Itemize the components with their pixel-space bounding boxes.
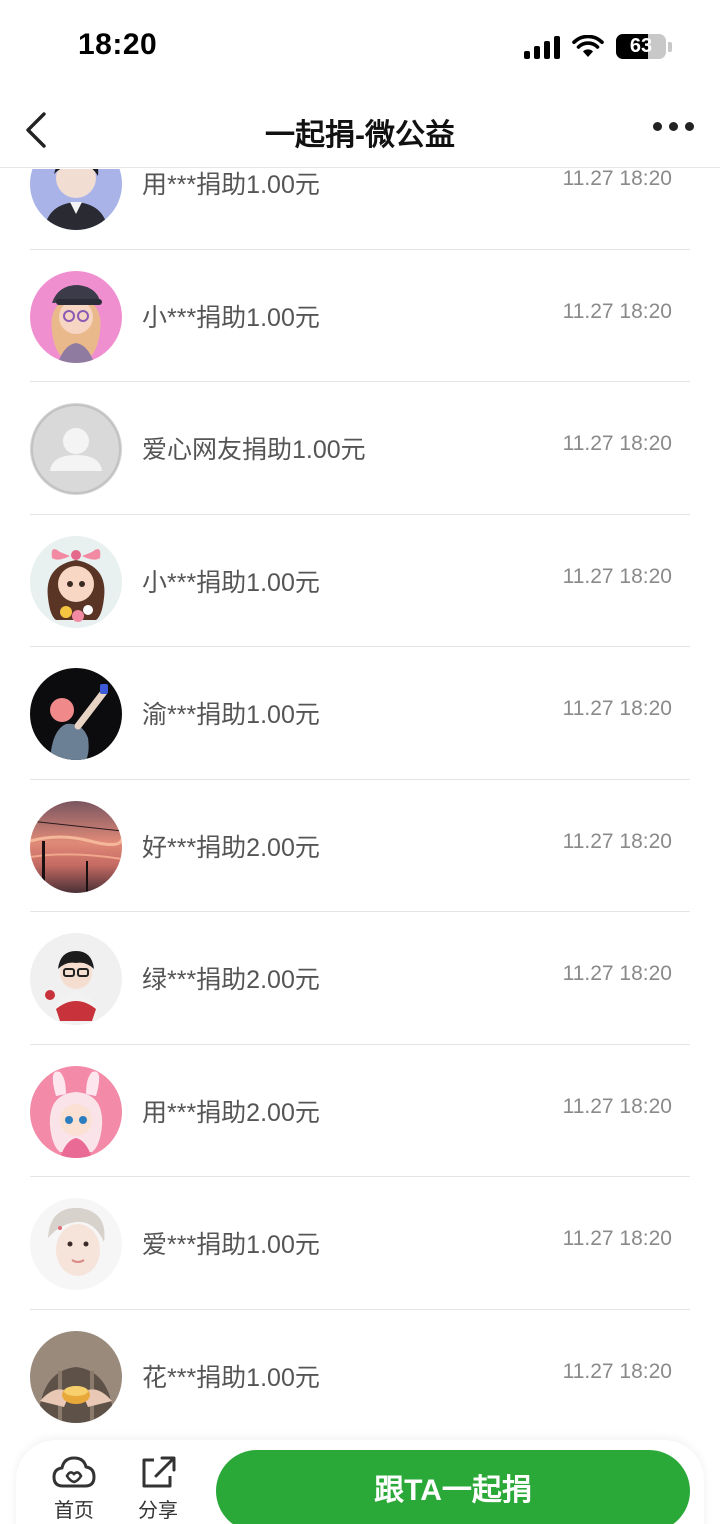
- avatar: [30, 933, 122, 1025]
- status-time: 18:20: [78, 28, 158, 61]
- list-item[interactable]: 爱心网友捐助1.00元 11.27 18:20: [30, 382, 690, 515]
- list-item[interactable]: 用***捐助2.00元 11.27 18:20: [30, 1045, 690, 1177]
- donor-time: 11.27 18:20: [562, 1094, 672, 1118]
- list-item[interactable]: 绿***捐助2.00元 11.27 18:20: [30, 912, 690, 1045]
- donor-time: 11.27 18:20: [562, 1227, 672, 1250]
- donor-text: 好***捐助2.00元: [142, 833, 320, 862]
- avatar: [30, 668, 122, 760]
- donor-time: 11.27 18:20: [562, 169, 672, 190]
- avatar: [30, 1330, 122, 1423]
- donor-time: 11.27 18:20: [562, 697, 672, 720]
- list-item[interactable]: 爱***捐助1.00元 11.27 18:20: [30, 1177, 690, 1310]
- list-item[interactable]: 小***捐助1.00元 11.27 18:20: [30, 515, 690, 647]
- donor-text: 小***捐助1.00元: [142, 568, 320, 597]
- donor-time: 11.27 18:20: [562, 299, 672, 323]
- donor-text: 用***捐助2.00元: [142, 1098, 320, 1127]
- avatar: [30, 1065, 122, 1158]
- donor-time: 11.27 18:20: [562, 564, 672, 588]
- more-button[interactable]: [653, 122, 694, 131]
- donor-time: 11.27 18:20: [562, 962, 672, 985]
- status-icons: 63: [524, 34, 672, 59]
- home-tab-label: 首页: [54, 1500, 94, 1522]
- nav-bar: 一起捐-微公益: [0, 96, 720, 168]
- donor-time: 11.27 18:20: [562, 829, 672, 853]
- bottom-action-bar: 首页 分享 跟TA一起捐: [16, 1440, 704, 1524]
- donor-text: 绿***捐助2.00元: [142, 966, 320, 994]
- list-item[interactable]: 用***捐助1.00元 11.27 18:20: [30, 169, 690, 250]
- list-item[interactable]: 好***捐助2.00元 11.27 18:20: [30, 780, 690, 912]
- avatar: [30, 169, 122, 230]
- cellular-signal-icon: [524, 35, 560, 59]
- donor-time: 11.27 18:20: [562, 1359, 672, 1383]
- share-tab-label: 分享: [138, 1500, 178, 1522]
- status-bar: 18:20 63: [0, 0, 720, 96]
- donor-text: 爱***捐助1.00元: [142, 1231, 320, 1259]
- battery-level: 63: [629, 35, 653, 57]
- battery-icon: 63: [616, 34, 666, 59]
- donor-time: 11.27 18:20: [562, 432, 672, 455]
- more-dots-icon: [653, 122, 662, 131]
- donor-text: 渝***捐助1.00元: [142, 701, 320, 729]
- page-title: 一起捐-微公益: [265, 119, 455, 152]
- donor-text: 小***捐助1.00元: [142, 303, 320, 332]
- share-icon: [142, 1456, 176, 1488]
- donation-list: 用***捐助1.00元 11.27 18:20 小***捐助1.00元 11.2…: [0, 169, 720, 1440]
- avatar: [30, 270, 122, 363]
- home-tab[interactable]: 首页: [44, 1454, 104, 1523]
- donor-text: 用***捐助1.00元: [142, 171, 320, 199]
- avatar: [30, 1198, 122, 1290]
- list-item[interactable]: 花***捐助1.00元 11.27 18:20: [30, 1310, 690, 1441]
- donor-text: 花***捐助1.00元: [142, 1363, 320, 1392]
- donate-together-button[interactable]: 跟TA一起捐: [216, 1450, 690, 1524]
- home-cloud-icon: [52, 1456, 96, 1488]
- avatar: [30, 535, 122, 628]
- avatar: [30, 800, 122, 893]
- wifi-icon: [572, 34, 604, 59]
- list-item[interactable]: 小***捐助1.00元 11.27 18:20: [30, 250, 690, 382]
- list-item[interactable]: 渝***捐助1.00元 11.27 18:20: [30, 647, 690, 780]
- donor-text: 爱心网友捐助1.00元: [142, 436, 366, 464]
- share-tab[interactable]: 分享: [128, 1454, 188, 1523]
- donation-list-viewport[interactable]: 用***捐助1.00元 11.27 18:20 小***捐助1.00元 11.2…: [0, 169, 720, 1440]
- avatar: [30, 403, 122, 495]
